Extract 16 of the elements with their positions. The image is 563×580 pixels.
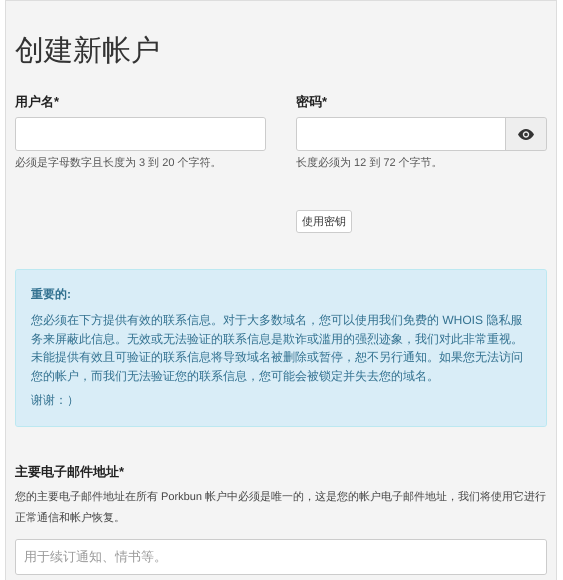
passkey-button[interactable]: 使用密钥	[296, 210, 352, 233]
notice-text: 您必须在下方提供有效的联系信息。对于大多数域名，您可以使用我们免费的 WHOIS 隐私服务来屏蔽此信息。无效或无法验证的联系信息是欺诈或滥用的强烈迹象，我们对此非常重视。未能提供有效且可验证的联系信息将导致域名被删除或暂停，恕不另行通知。如果您无法访问您的帐户，而我们无法验证您的联系信息，您可能会被锁定并失去您的域名。	[31, 312, 524, 385]
field-hint: 您的主要电子邮件地址在所有 Porkbun 帐户中必须是唯一的，这是您的帐户电子邮件地址，我们将使用它进行正常通信和帐户恢复。	[15, 490, 547, 526]
field-hint: 长度必须为 12 到 72 个字节。	[296, 156, 444, 170]
username-field[interactable]	[15, 117, 266, 151]
email-field[interactable]: 用于续订通知、情书等。	[15, 538, 547, 575]
notice-thanks: 谢谢：）	[31, 392, 80, 410]
page-title: 创建新帐户	[15, 34, 161, 69]
field-label: 用户名*	[15, 93, 60, 111]
field-hint: 必须是字母数字且长度为 3 到 20 个字符。	[15, 156, 223, 170]
show-password-button[interactable]	[506, 117, 547, 151]
field-label: 主要电子邮件地址*	[15, 462, 126, 481]
notice-heading: 重要的:	[31, 286, 72, 303]
field-label: 密码*	[296, 93, 328, 111]
password-field[interactable]	[296, 117, 506, 151]
eye-icon	[518, 128, 534, 140]
